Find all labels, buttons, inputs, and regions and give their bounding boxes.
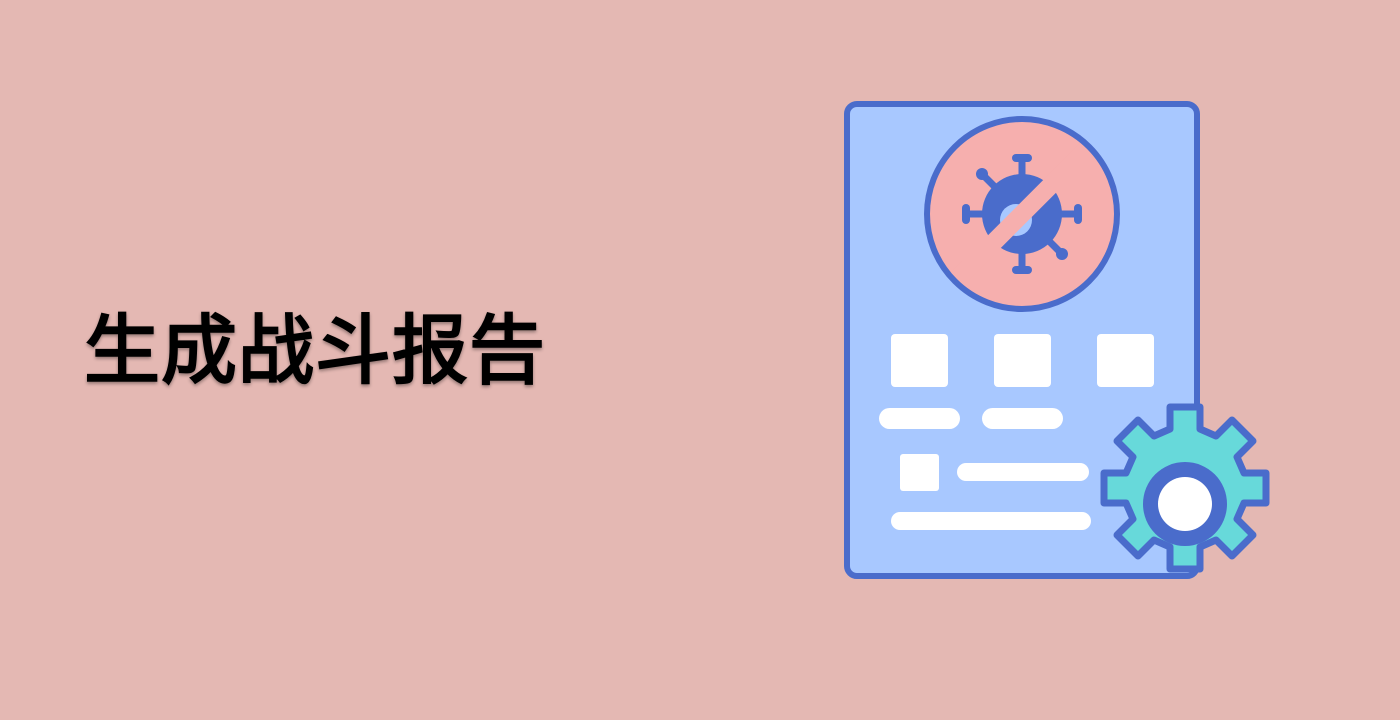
no-virus-icon [924, 116, 1120, 312]
report-illustration [844, 101, 1270, 579]
page-title: 生成战斗报告 [84, 306, 546, 395]
gear-icon [1100, 403, 1270, 573]
